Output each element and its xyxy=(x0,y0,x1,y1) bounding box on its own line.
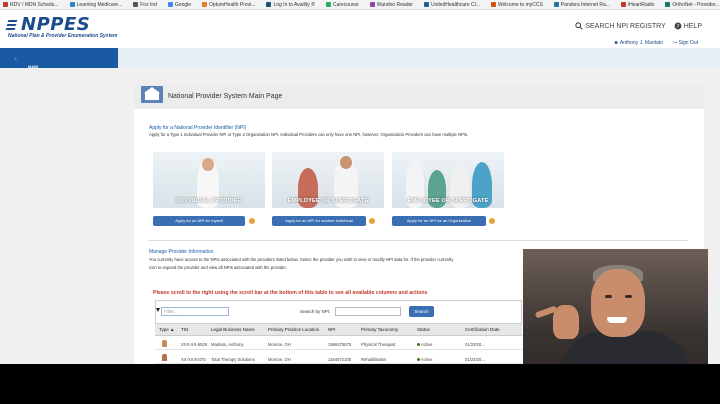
page-title: National Provider System Main Page xyxy=(168,93,283,100)
bookmark-item[interactable]: OptumHealth Provi... xyxy=(199,2,255,8)
presenter-face xyxy=(591,269,645,337)
cell-status: Active xyxy=(417,357,432,362)
bookmark-favicon-icon xyxy=(133,2,139,7)
organization-provider-icon xyxy=(162,354,167,361)
help-icon: ? xyxy=(674,22,682,30)
bookmark-favicon-icon xyxy=(202,2,208,7)
filter-icon xyxy=(156,308,160,312)
filter-input[interactable]: Filter... xyxy=(161,307,229,316)
bookmark-item[interactable]: Wandoo Reader xyxy=(367,2,413,8)
cell-npi[interactable]: 1568475875 xyxy=(328,342,351,347)
manage-section-title: Manage Provider Information xyxy=(149,249,214,255)
bookmark-item[interactable]: Pandora Internet Ra... xyxy=(551,2,610,8)
bookmark-favicon-icon xyxy=(621,2,626,7)
help-icon[interactable] xyxy=(369,218,375,224)
help-link[interactable]: ? HELP xyxy=(674,22,702,30)
site-header: NPPES National Plan & Provider Enumerati… xyxy=(0,10,720,48)
apply-npi-myself-button[interactable]: Apply for an NPI for myself xyxy=(153,216,245,226)
individual-provider-icon xyxy=(162,340,167,347)
search-icon xyxy=(575,22,583,30)
search-npi-registry-link[interactable]: SEARCH NPI REGISTRY xyxy=(575,22,666,30)
bookmark-item[interactable]: UnitedHealthcare Cl... xyxy=(421,2,480,8)
section-divider xyxy=(148,240,688,241)
search-button[interactable]: Search xyxy=(409,306,434,317)
brand-tagline: National Plan & Provider Enumeration Sys… xyxy=(8,33,118,39)
column-header-certification-date[interactable]: Certification Date xyxy=(465,327,500,332)
cell-tin: XXX-XX-5529 xyxy=(181,342,208,347)
column-header-taxonomy[interactable]: Primary Taxonomy xyxy=(361,327,398,332)
bookmarks-bar: RDV / MDN Schedu... Learning Medicare... F… xyxy=(0,0,720,10)
presenter-hand xyxy=(553,305,579,339)
video-letterbox xyxy=(0,364,720,404)
cell-taxonomy: Physical Therapist xyxy=(361,342,396,347)
active-status-icon xyxy=(417,358,420,361)
cell-certification-date: 01/23/20... xyxy=(465,357,485,362)
bookmark-favicon-icon xyxy=(553,2,559,7)
cell-location: Monroe, OH xyxy=(268,342,291,347)
presenter-eye xyxy=(605,295,612,298)
nav-bar-fill xyxy=(118,48,720,68)
nppes-logo[interactable]: NPPES National Plan & Provider Enumerati… xyxy=(5,14,118,39)
apply-npi-organization-button[interactable]: Apply for an NPI for an Organization xyxy=(392,216,486,226)
help-icon[interactable] xyxy=(249,218,255,224)
cell-legal-name: Maritato, Anthony xyxy=(211,342,244,347)
bookmark-favicon-icon xyxy=(266,2,272,7)
main-page-nav[interactable]: ⌂ MAIN PAGE xyxy=(0,48,118,74)
cell-status: Active xyxy=(417,342,432,347)
bookmark-favicon-icon xyxy=(490,2,496,7)
manage-section-text-1: You currently have access to the NPIs as… xyxy=(149,257,454,262)
bookmark-item[interactable]: OrthoNet - Provider... xyxy=(662,2,720,8)
apply-section-title: Apply for a National Provider Identifier… xyxy=(149,125,247,131)
brand-name: NPPES xyxy=(21,14,91,35)
bookmark-favicon-icon xyxy=(369,2,375,7)
bookmark-favicon-icon xyxy=(69,2,75,7)
manage-section-text-2: icon to expand the provider and view all… xyxy=(149,265,287,270)
cell-certification-date: 01/23/20... xyxy=(465,342,485,347)
home-icon xyxy=(141,86,163,103)
column-header-status[interactable]: Status xyxy=(417,327,430,332)
column-header-type[interactable]: Type ▲ xyxy=(159,327,174,332)
cell-legal-name: Total Therapy Solutions xyxy=(211,357,255,362)
cell-npi[interactable]: 1164572105 xyxy=(328,357,351,362)
bookmark-item[interactable]: RDV / MDN Schedu... xyxy=(0,2,59,8)
main-page-nav-label: ⌂ MAIN PAGE xyxy=(14,56,39,74)
bookmark-item[interactable]: Learning Medicare... xyxy=(67,2,122,8)
employee-surrogate-image-2: EMPLOYEE OR SURROGATE xyxy=(392,152,504,208)
cell-tin: XX-XXX0475 xyxy=(181,357,206,362)
bookmark-favicon-icon xyxy=(3,2,8,7)
individual-provider-image: INDIVIDUAL PROVIDER xyxy=(153,152,265,208)
bookmark-favicon-icon xyxy=(423,2,429,7)
nppes-logo-mark xyxy=(5,19,18,31)
bookmark-item[interactable]: Google xyxy=(165,2,191,8)
cell-taxonomy: Rehabilitation xyxy=(361,357,387,362)
bookmark-item[interactable]: Log In to Availity ® xyxy=(263,2,315,8)
column-header-legal-name[interactable]: Legal Business Name xyxy=(211,327,255,332)
bookmark-item[interactable]: Fox Ind xyxy=(130,2,157,8)
employee-surrogate-image-1: EMPLOYEE OR SURROGATE xyxy=(272,152,384,208)
active-status-icon xyxy=(417,343,420,346)
column-header-npi[interactable]: NPI xyxy=(328,327,336,332)
sign-out-link[interactable]: ↪ Sign Out xyxy=(673,40,698,46)
apply-npi-individual-button[interactable]: Apply for an NPI for another Individual xyxy=(272,216,366,226)
user-name-link[interactable]: ☻ Anthony J. Maritato xyxy=(613,40,662,46)
search-npi-input[interactable] xyxy=(335,307,401,316)
cell-location: Monroe, OH xyxy=(268,357,291,362)
bookmark-item[interactable]: Carecourse xyxy=(323,2,359,8)
presenter-eye xyxy=(625,295,632,298)
search-by-npi-label: Search by NPI: xyxy=(300,309,331,314)
apply-section-text: Apply for a Type 1 Individual Provider N… xyxy=(149,132,469,137)
presenter-smile xyxy=(607,317,627,323)
bookmark-favicon-icon xyxy=(325,2,331,7)
bookmark-item[interactable]: iHeartRadio xyxy=(618,2,654,8)
help-icon[interactable] xyxy=(489,218,495,224)
bookmark-favicon-icon xyxy=(665,2,671,7)
column-header-tin[interactable]: TIN xyxy=(181,327,188,332)
column-header-practice-location[interactable]: Primary Practice Location xyxy=(268,327,319,332)
scroll-warning: Please scroll to the right using the scr… xyxy=(153,290,428,296)
bookmark-favicon-icon xyxy=(167,2,173,7)
svg-text:?: ? xyxy=(676,24,679,30)
bookmark-item[interactable]: Welcome to myCCS xyxy=(488,2,543,8)
